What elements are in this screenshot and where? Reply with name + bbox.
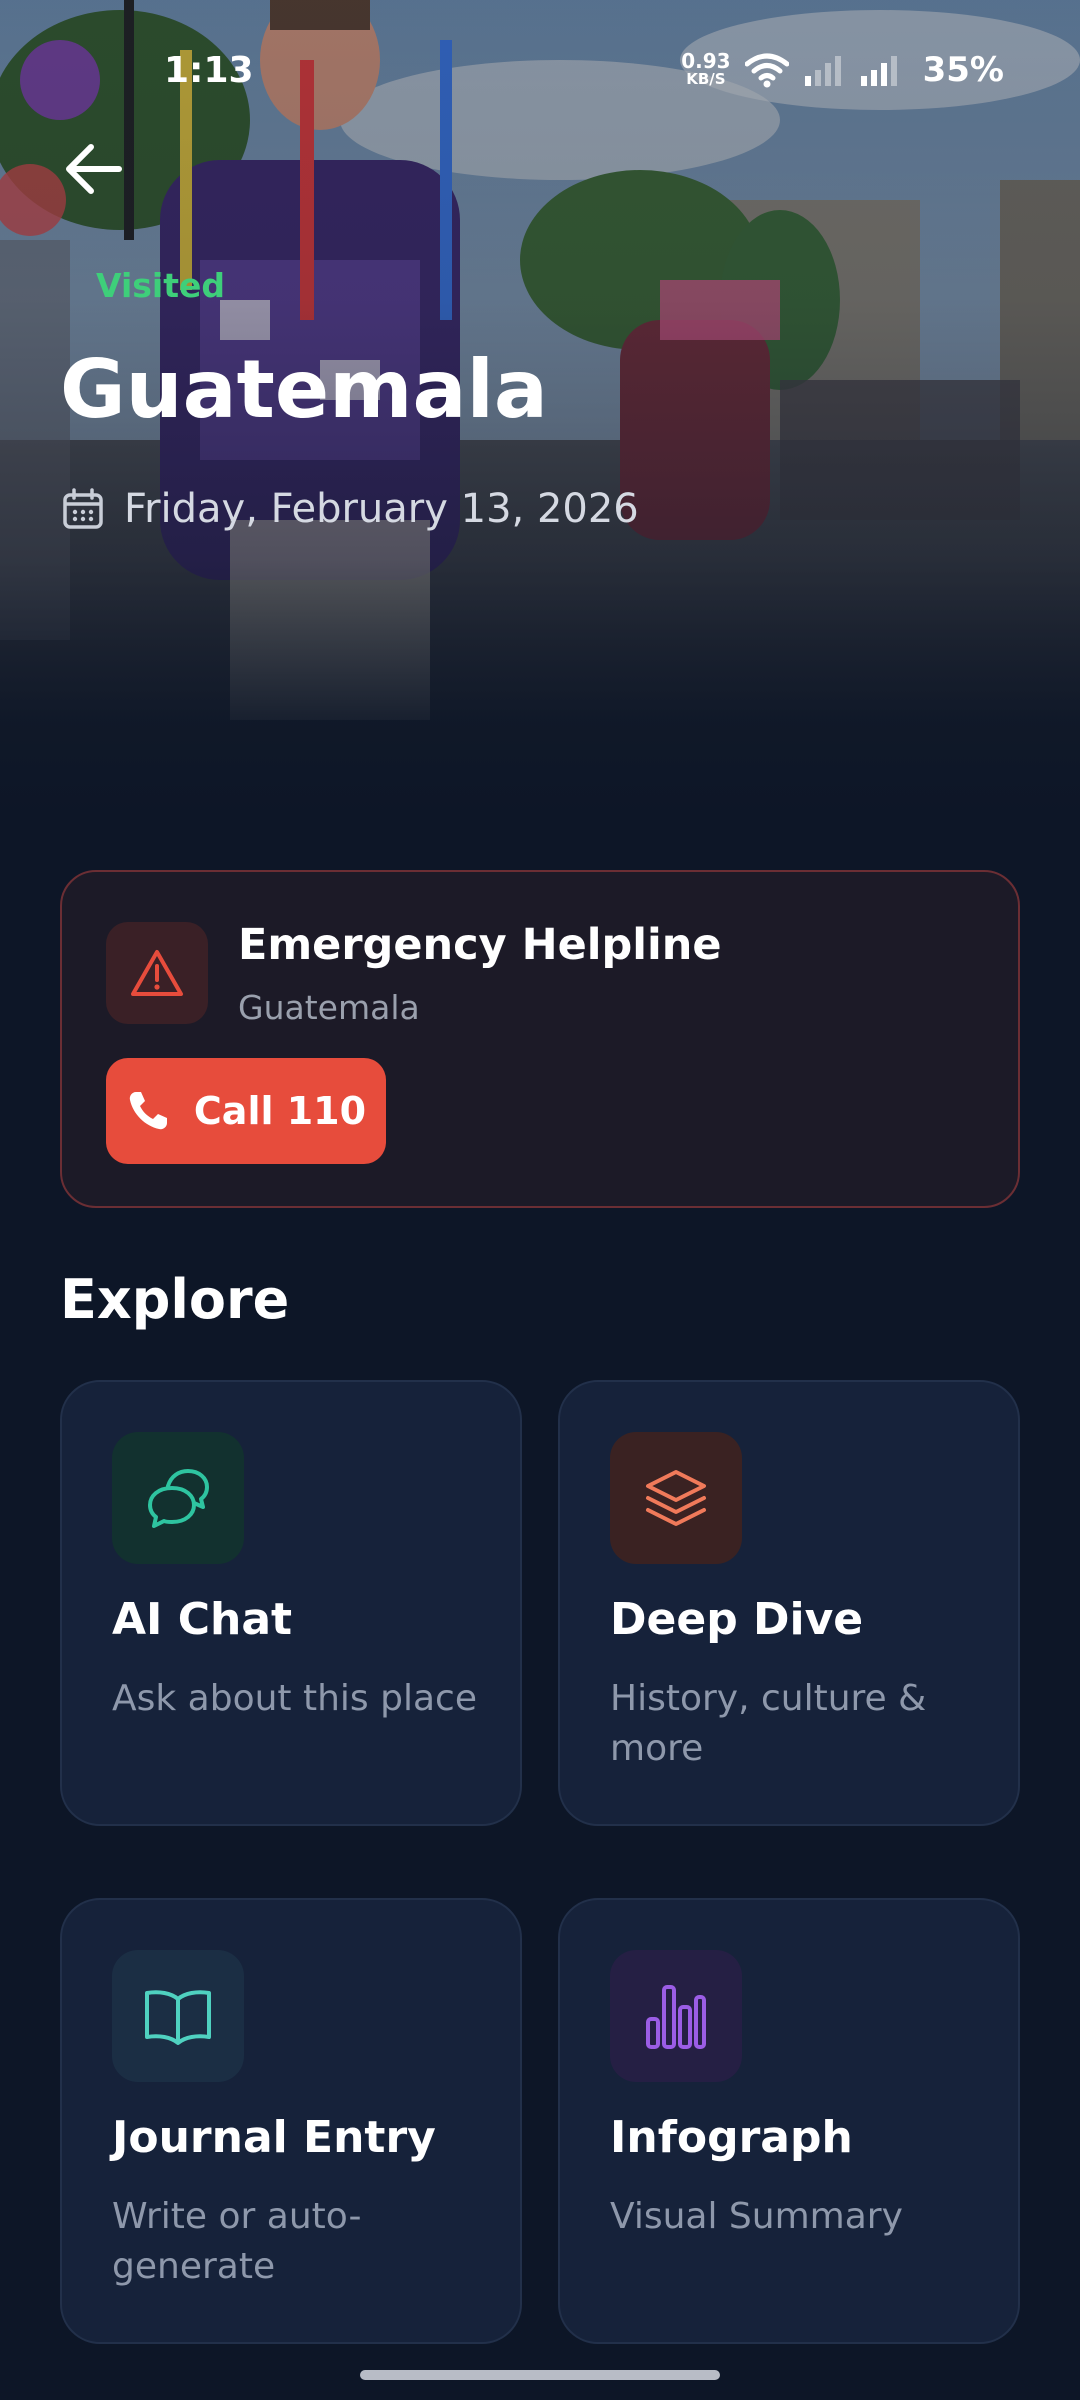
journal-entry-title: Journal Entry [112,2112,436,2163]
visit-date: Friday, February 13, 2026 [124,486,639,532]
deep-dive-icon-box [610,1432,742,1564]
network-speed-unit: KB/S [686,70,726,88]
layers-icon [646,1470,706,1526]
status-icons: 0.93 KB/S 35% [681,48,1004,92]
infograph-title: Infograph [610,2112,853,2163]
signal-weak-icon [804,56,841,86]
infograph-tile[interactable]: Infograph Visual Summary [558,1898,1020,2344]
emergency-title: Emergency Helpline [238,920,722,970]
explore-heading: Explore [60,1268,290,1331]
chat-bubbles-icon [148,1469,209,1528]
journal-entry-subtitle: Write or auto-generate [112,2196,362,2287]
journal-entry-icon-box [112,1950,244,2082]
call-button-label: Call 110 [193,1089,367,1133]
emergency-country: Guatemala [238,988,420,1027]
ai-chat-title: AI Chat [112,1594,293,1645]
destination-title: Guatemala [60,343,548,436]
ai-chat-tile[interactable]: AI Chat Ask about this place [60,1380,522,1826]
signal-strong-icon [860,56,897,86]
visit-date-row: Friday, February 13, 2026 [62,486,639,532]
status-bar: 1:13 0.93 KB/S 35% [0,40,1080,100]
home-indicator[interactable] [360,2370,720,2380]
deep-dive-subtitle: History, culture & more [610,1678,927,1769]
emergency-helpline-card: Emergency Helpline Guatemala Call 110 [60,870,1020,1208]
ai-chat-subtitle: Ask about this place [112,1678,477,1719]
emergency-icon-box [106,922,208,1024]
status-time: 1:13 [164,50,254,91]
bar-chart-icon [646,1985,706,2049]
visited-badge: Visited [96,266,226,305]
call-emergency-button[interactable]: Call 110 [106,1058,386,1164]
infograph-icon-box [610,1950,742,2082]
open-book-icon [145,1990,211,2045]
ai-chat-icon-box [112,1432,244,1564]
back-button[interactable] [58,138,128,200]
calendar-icon [63,488,103,529]
network-speed-value: 0.93 [681,49,731,73]
infograph-subtitle: Visual Summary [610,2196,903,2237]
destination-screen: 1:13 0.93 KB/S 35% Visited Guatemala Fri… [0,0,1080,2400]
deep-dive-tile[interactable]: Deep Dive History, culture & more [558,1380,1020,1826]
wifi-icon [744,53,789,88]
warning-triangle-icon [131,950,183,996]
journal-entry-tile[interactable]: Journal Entry Write or auto-generate [60,1898,522,2344]
battery-level: 35% [922,50,1004,90]
arrow-left-icon [66,144,122,194]
phone-icon [129,1092,167,1130]
deep-dive-title: Deep Dive [610,1594,864,1645]
network-speed: 0.93 KB/S [681,49,731,88]
